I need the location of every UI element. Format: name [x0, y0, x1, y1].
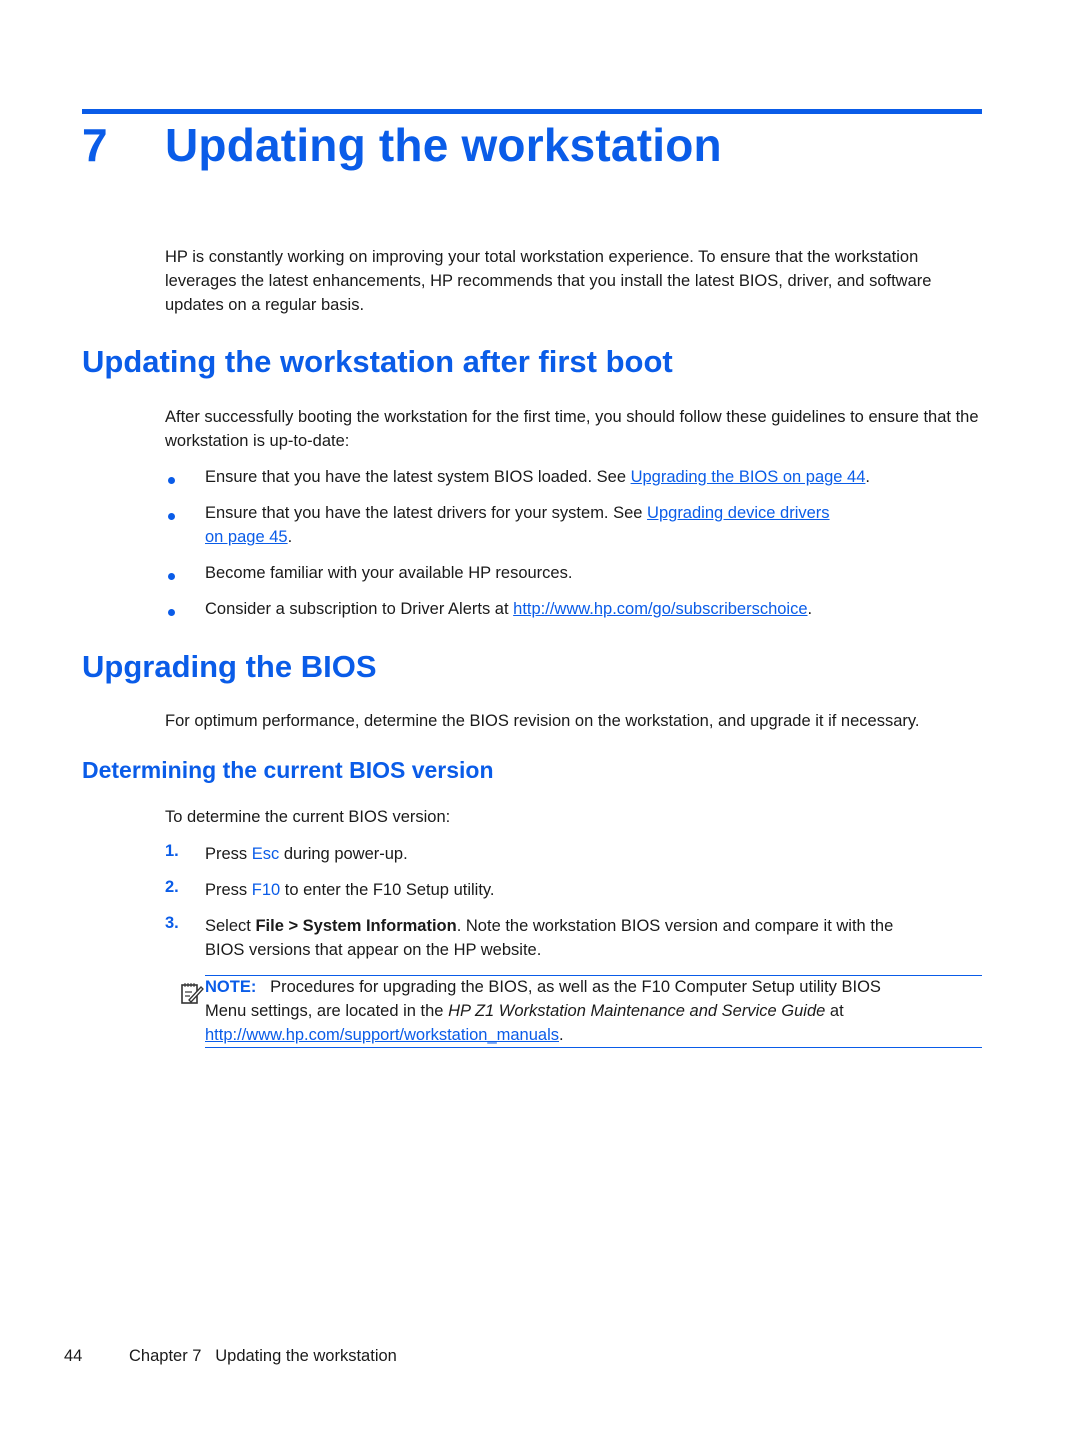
- step-text: to enter the F10 Setup utility.: [280, 881, 495, 899]
- chapter-title: 7 Updating the workstation: [82, 118, 722, 172]
- footer-chapter-title: Updating the workstation: [215, 1347, 397, 1365]
- link-upgrading-drivers-page[interactable]: on page 45: [205, 528, 288, 546]
- key-f10: F10: [251, 881, 281, 899]
- step-text: Press: [205, 881, 252, 899]
- chapter-number: 7: [82, 119, 108, 171]
- chapter-rule: [82, 109, 982, 114]
- punctuation: .: [807, 600, 813, 618]
- list-item: Consider a subscription to Driver Alerts…: [205, 597, 812, 621]
- punctuation: .: [287, 528, 293, 546]
- step-text: . Note the workstation BIOS version and …: [456, 917, 894, 935]
- menu-path: File > System Information: [255, 917, 457, 935]
- footer-chapter-label: Chapter 7: [129, 1347, 202, 1365]
- link-workstation-manuals[interactable]: http://www.hp.com/support/workstation_ma…: [205, 1026, 559, 1044]
- step-number: 2.: [165, 878, 179, 896]
- step-item: Select File > System Information. Note t…: [205, 914, 893, 962]
- step-number: 1.: [165, 842, 179, 860]
- link-subscriberschoice[interactable]: http://www.hp.com/go/subscriberschoice: [513, 600, 807, 618]
- step-item: Press Esc during power-up.: [205, 842, 408, 866]
- list-item-text: Ensure that you have the latest system B…: [205, 468, 631, 486]
- note-text: Procedures for upgrading the BIOS, as we…: [270, 978, 881, 996]
- step-text: Press: [205, 845, 252, 863]
- note-label: NOTE:: [205, 978, 257, 996]
- list-item: Ensure that you have the latest drivers …: [205, 501, 830, 549]
- note-box: NOTE: Procedures for upgrading the BIOS,…: [205, 975, 881, 1047]
- punctuation: .: [865, 468, 871, 486]
- step-number: 3.: [165, 914, 179, 932]
- list-item-text: Ensure that you have the latest drivers …: [205, 504, 648, 522]
- bullet-icon: [168, 609, 175, 616]
- step-item: Press F10 to enter the F10 Setup utility…: [205, 878, 495, 902]
- page-number: 44: [64, 1347, 83, 1365]
- chapter-title-text: Updating the workstation: [165, 119, 722, 171]
- bullet-icon: [168, 477, 175, 484]
- footer-chapter: Chapter 7 Updating the workstation: [129, 1347, 397, 1366]
- first-boot-intro: After successfully booting the workstati…: [165, 408, 979, 450]
- guide-title: HP Z1 Workstation Maintenance and Servic…: [448, 1002, 826, 1020]
- step-text: BIOS versions that appear on the HP webs…: [205, 941, 542, 959]
- note-pencil-icon: [181, 983, 204, 1004]
- link-upgrading-bios[interactable]: Upgrading the BIOS on page 44: [631, 468, 866, 486]
- note-bottom-rule: [205, 1047, 982, 1048]
- chapter-intro: HP is constantly working on improving yo…: [165, 248, 932, 314]
- punctuation: .: [559, 1026, 564, 1044]
- list-item: Become familiar with your available HP r…: [205, 564, 573, 582]
- section-heading-bios: Upgrading the BIOS: [82, 649, 377, 684]
- section-heading-first-boot: Updating the workstation after first boo…: [82, 344, 673, 379]
- bios-intro: For optimum performance, determine the B…: [165, 712, 920, 730]
- list-item: Ensure that you have the latest system B…: [205, 465, 870, 489]
- bios-version-intro: To determine the current BIOS version:: [165, 808, 451, 826]
- list-item-text: Consider a subscription to Driver Alerts…: [205, 600, 514, 618]
- bullet-icon: [168, 573, 175, 580]
- bullet-icon: [168, 513, 175, 520]
- note-text: at: [825, 1002, 844, 1020]
- step-text: Select: [205, 917, 256, 935]
- subsection-heading-bios-version: Determining the current BIOS version: [82, 757, 494, 783]
- key-esc: Esc: [251, 845, 280, 863]
- link-upgrading-drivers[interactable]: Upgrading device drivers: [647, 504, 830, 522]
- step-text: during power-up.: [279, 845, 408, 863]
- note-text: Menu settings, are located in the: [205, 1002, 449, 1020]
